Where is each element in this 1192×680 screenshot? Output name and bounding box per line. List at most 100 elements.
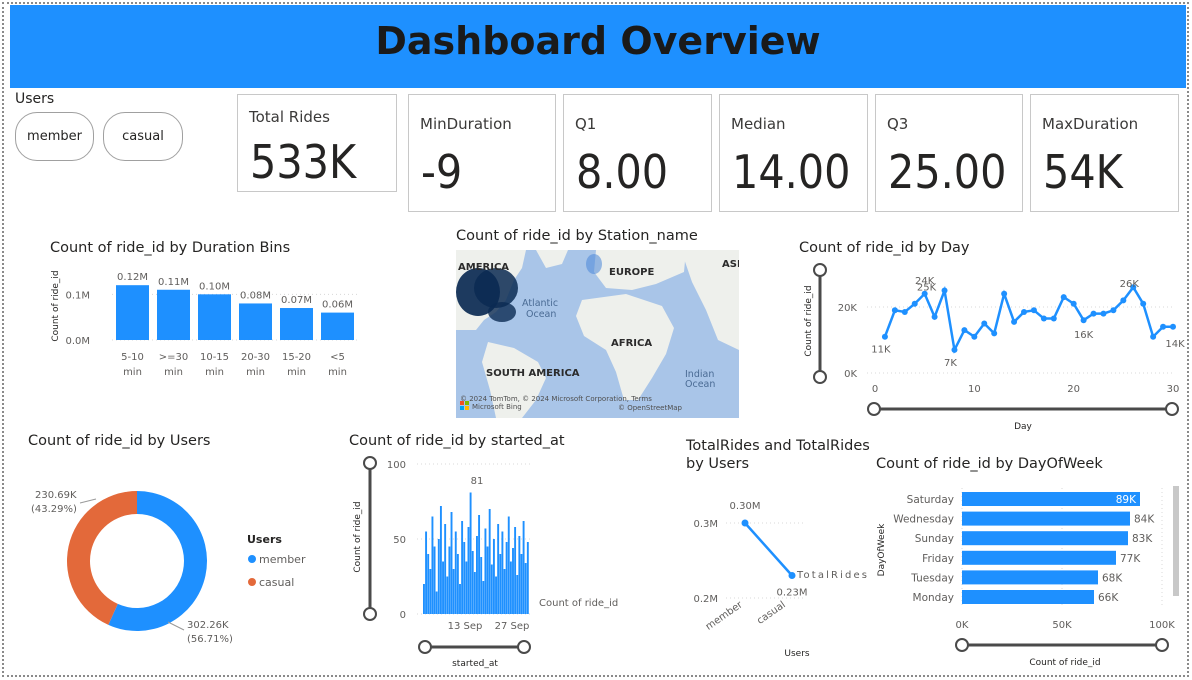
line-point[interactable] [1120, 297, 1127, 304]
bar[interactable] [446, 576, 449, 615]
started-at-chart[interactable]: 0 50 100 Count of ride_id 81 13 Sep 27 Sep Coun… [345, 452, 635, 670]
bar[interactable] [456, 554, 459, 614]
slicer-option-member[interactable]: member [15, 112, 94, 161]
bar[interactable] [497, 524, 500, 614]
bar[interactable] [467, 527, 470, 614]
map-bubble-cluster[interactable] [586, 254, 602, 274]
totalrides-line-chart[interactable]: 0.2M0.3M0.30M0.23Mmember casualTotalRides… [686, 480, 876, 660]
bar[interactable] [459, 584, 461, 614]
bar[interactable] [425, 531, 428, 615]
bar[interactable] [427, 554, 430, 614]
bar[interactable] [480, 557, 483, 614]
slider-handle[interactable] [955, 638, 969, 652]
bar[interactable] [448, 546, 451, 615]
bar[interactable] [461, 521, 464, 614]
bar[interactable] [423, 584, 425, 614]
bar[interactable] [501, 531, 504, 615]
bar[interactable] [435, 591, 438, 615]
legend-item-member[interactable]: member [259, 553, 306, 566]
bar[interactable] [509, 561, 512, 615]
bar[interactable] [962, 550, 1116, 565]
bar[interactable] [503, 569, 506, 614]
bar[interactable] [465, 561, 468, 615]
kpi-card-q3[interactable]: Q3 25.00 [875, 94, 1023, 212]
map-attribution-osm[interactable]: © OpenStreetMap [618, 404, 683, 412]
slider-handle[interactable] [867, 402, 881, 416]
slider-handle[interactable] [813, 263, 827, 277]
bar[interactable] [280, 308, 313, 340]
line-point[interactable] [1050, 315, 1057, 322]
bar[interactable] [157, 289, 190, 340]
scrollbar[interactable] [1173, 486, 1179, 596]
bar[interactable] [433, 546, 436, 615]
line-point[interactable] [1060, 294, 1067, 301]
bar[interactable] [431, 516, 434, 615]
line-point[interactable] [1160, 323, 1167, 330]
kpi-card-max-duration[interactable]: MaxDuration 54K [1030, 94, 1179, 212]
slider-handle[interactable] [1165, 402, 1179, 416]
bar[interactable] [442, 561, 444, 615]
bar[interactable] [514, 527, 517, 614]
line-point[interactable] [981, 320, 988, 327]
map-bubble-cluster[interactable] [474, 268, 518, 308]
line-series[interactable] [883, 284, 1173, 354]
bar[interactable] [492, 539, 495, 614]
bar[interactable] [522, 521, 525, 614]
bar[interactable] [321, 312, 354, 340]
bar[interactable] [490, 564, 493, 615]
line-point[interactable] [951, 346, 958, 353]
legend-marker[interactable] [248, 555, 256, 563]
bar[interactable] [507, 516, 510, 615]
line-point[interactable] [931, 313, 938, 320]
bar[interactable] [452, 569, 455, 614]
station-map[interactable]: AMERICA EUROPE ASI Atlantic Ocean AFRICA… [456, 250, 739, 418]
line-point[interactable] [891, 307, 898, 314]
donut-slice[interactable] [67, 491, 137, 625]
duration-bins-chart[interactable]: 0.0M 0.1M Count of ride_id 0.12M 5-10 min 0.11… [40, 258, 370, 388]
line-point[interactable] [1090, 310, 1097, 317]
line-point[interactable] [1040, 315, 1047, 322]
bar[interactable] [524, 563, 527, 614]
bar[interactable] [962, 531, 1128, 546]
line-point[interactable] [741, 519, 749, 527]
line-point[interactable] [1080, 317, 1087, 324]
bar[interactable] [516, 575, 519, 614]
line-point[interactable] [901, 308, 908, 315]
bar[interactable] [962, 511, 1130, 526]
bar[interactable] [478, 515, 481, 614]
slider-handle[interactable] [418, 640, 432, 654]
line-point[interactable] [1030, 307, 1037, 314]
line-point[interactable] [1021, 308, 1027, 315]
bar[interactable] [526, 542, 529, 614]
kpi-card-min-duration[interactable]: MinDuration -9 [408, 94, 556, 212]
bar[interactable] [239, 303, 272, 340]
kpi-card-median[interactable]: Median 14.00 [719, 94, 868, 212]
line-point[interactable] [1011, 318, 1018, 325]
bar[interactable] [444, 524, 447, 614]
slicer-option-casual[interactable]: casual [103, 112, 183, 161]
bar[interactable] [520, 554, 523, 614]
legend-marker[interactable] [248, 578, 256, 586]
line-point[interactable] [941, 287, 948, 294]
line-point[interactable] [1001, 290, 1008, 297]
line-point[interactable] [1100, 310, 1107, 317]
bar[interactable] [471, 551, 474, 614]
legend-item-casual[interactable]: casual [259, 576, 294, 589]
line-point[interactable] [788, 572, 796, 579]
line-point[interactable] [911, 300, 918, 307]
bar[interactable] [512, 548, 514, 614]
bar[interactable] [484, 528, 487, 615]
bar[interactable] [463, 542, 466, 614]
bar[interactable] [469, 492, 472, 615]
bar[interactable] [116, 285, 149, 340]
bar[interactable] [473, 572, 476, 614]
bar[interactable] [962, 492, 1140, 506]
bar[interactable] [454, 531, 457, 615]
line-point[interactable] [1110, 307, 1117, 314]
bar[interactable] [499, 554, 502, 614]
bar[interactable] [482, 581, 485, 614]
bar[interactable] [486, 546, 489, 615]
line-point[interactable] [1150, 333, 1157, 340]
line-point[interactable] [881, 333, 888, 340]
map-bubble-cluster[interactable] [488, 302, 516, 322]
